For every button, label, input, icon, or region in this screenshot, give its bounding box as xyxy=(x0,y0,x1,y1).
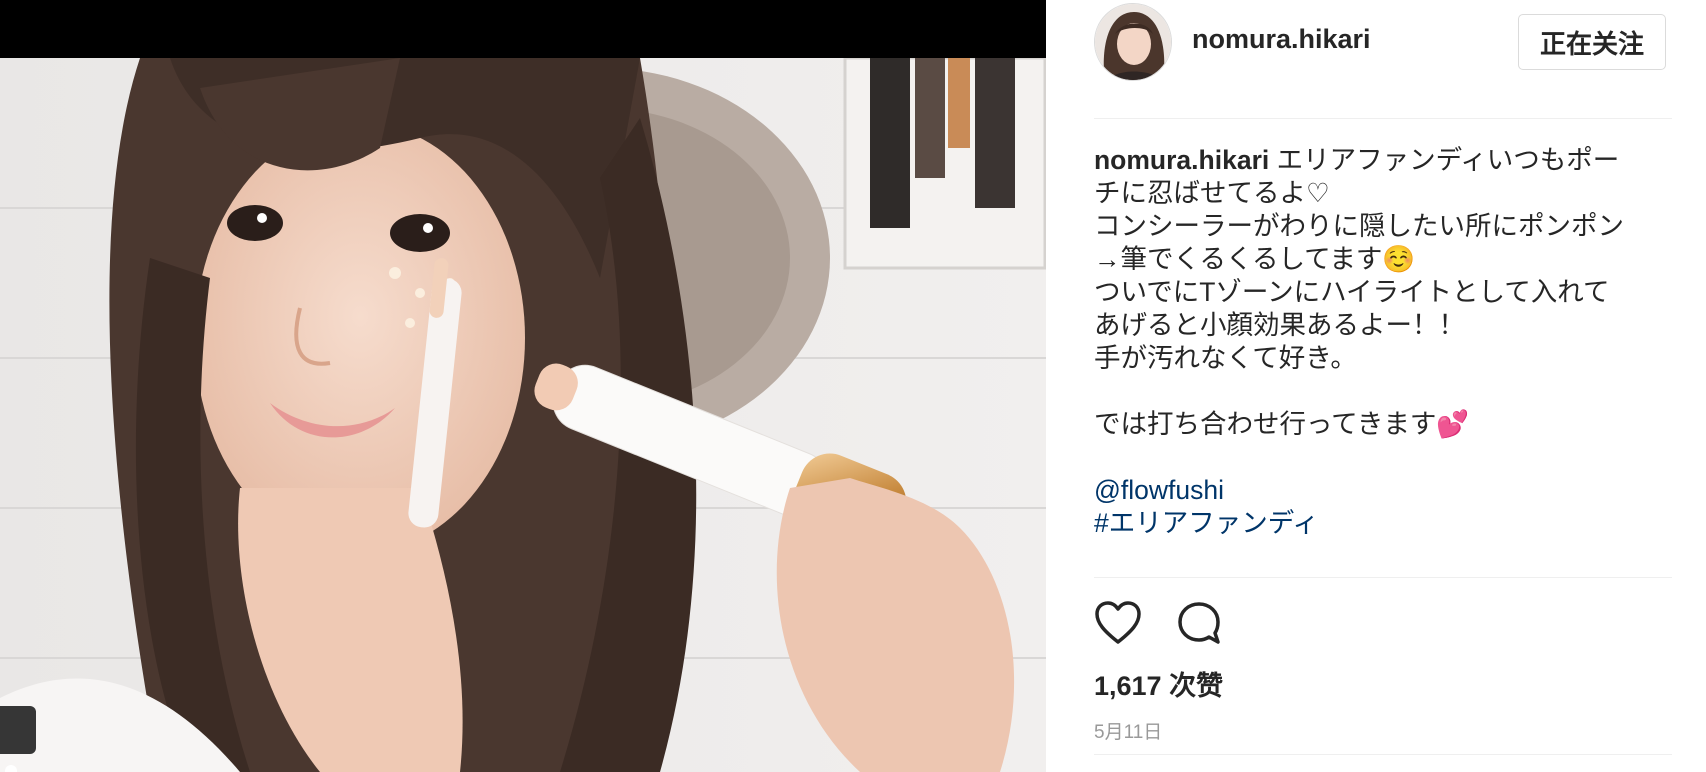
header-divider xyxy=(1094,118,1672,119)
like-button[interactable] xyxy=(1094,600,1142,651)
avatar-image xyxy=(1095,4,1171,80)
post-image xyxy=(0,58,1046,772)
tagged-people-button[interactable] xyxy=(0,706,36,772)
post-sidebar: nomura.hikari 正在关注 nomura.hikari エリアファンデ… xyxy=(1046,0,1706,772)
mention-link[interactable]: @flowfushi xyxy=(1094,475,1224,505)
post-date[interactable]: 5月11日 xyxy=(1094,717,1162,744)
post-caption: nomura.hikari エリアファンディいつもポー チに忍ばせてるよ♡ コン… xyxy=(1094,144,1666,540)
caption-line: →筆でくるくるしてます☺️ xyxy=(1094,244,1416,274)
person-tag-icon xyxy=(5,765,17,772)
heart-icon xyxy=(1095,601,1141,644)
caption-line: 手が汚れなくて好き。 xyxy=(1094,343,1357,373)
post-photo[interactable] xyxy=(0,0,1046,772)
caption-line: コンシーラーがわりに隠したい所にポンポン xyxy=(1094,211,1624,241)
footer-divider xyxy=(1094,754,1672,755)
caption-line: あげると小顔効果あるよー！！ xyxy=(1094,310,1465,340)
caption-line: チに忍ばせてるよ♡ xyxy=(1094,178,1330,208)
avatar[interactable] xyxy=(1094,3,1172,81)
following-button[interactable]: 正在关注 xyxy=(1518,14,1666,70)
comment-bubble-icon xyxy=(1178,602,1220,644)
post-username[interactable]: nomura.hikari xyxy=(1192,24,1371,55)
comment-button[interactable] xyxy=(1176,600,1222,651)
caption-divider xyxy=(1094,577,1672,578)
hashtag-link[interactable]: #エリアファンディ xyxy=(1094,508,1319,538)
caption-username[interactable]: nomura.hikari xyxy=(1094,145,1269,175)
caption-line: では打ち合わせ行ってきます💕 xyxy=(1094,409,1470,439)
caption-line: エリアファンディいつもポー xyxy=(1276,145,1620,175)
like-count[interactable]: 1,617 次赞 xyxy=(1094,664,1223,703)
caption-line: ついでにTゾーンにハイライトとして入れて xyxy=(1094,277,1610,307)
